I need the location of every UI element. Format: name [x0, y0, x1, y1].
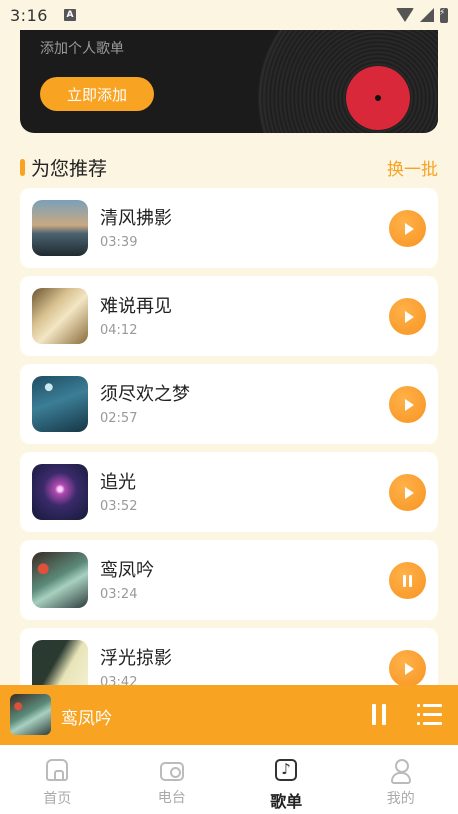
wifi-icon [396, 8, 414, 22]
mini-player[interactable]: 鸾凤吟 [0, 685, 458, 745]
song-duration: 03:24 [100, 587, 138, 602]
album-cover [32, 552, 88, 608]
bottom-tab-bar: 首页 电台 歌单 我的 [0, 745, 458, 814]
song-item[interactable]: 鸾凤吟 03:24 [20, 540, 438, 620]
user-icon [390, 759, 411, 784]
song-title: 须尽欢之梦 [100, 384, 190, 405]
play-button[interactable] [389, 474, 426, 511]
tab-home[interactable]: 首页 [0, 745, 115, 814]
song-title: 清风拂影 [100, 208, 172, 229]
play-button[interactable] [389, 650, 426, 687]
pause-button[interactable] [389, 562, 426, 599]
play-button[interactable] [389, 210, 426, 247]
battery-icon [439, 7, 448, 23]
song-title: 难说再见 [100, 296, 172, 317]
tab-label: 我的 [386, 791, 415, 807]
banner-subtitle: 添加个人歌单 [40, 41, 124, 57]
song-duration: 03:39 [100, 235, 138, 250]
status-indicators [396, 7, 448, 23]
section-title: 为您推荐 [31, 157, 108, 180]
status-time: 3:16 [10, 5, 48, 25]
song-item[interactable]: 追光 03:52 [20, 452, 438, 532]
album-cover [32, 288, 88, 344]
tab-playlist[interactable]: 歌单 [229, 745, 344, 814]
play-button[interactable] [389, 298, 426, 335]
play-icon [404, 398, 414, 411]
play-icon [404, 486, 414, 499]
vinyl-record-icon [258, 30, 438, 133]
playlist-banner[interactable]: 添加个人歌单 立即添加 [20, 30, 438, 133]
music-note-icon [275, 759, 298, 781]
song-duration: 04:12 [100, 323, 138, 338]
song-title: 浮光掠影 [100, 648, 172, 669]
now-playing-cover [10, 694, 51, 735]
status-bar: 3:16 A [0, 0, 458, 30]
play-icon [404, 662, 414, 675]
play-icon [404, 222, 414, 235]
song-item[interactable]: 难说再见 04:12 [20, 276, 438, 356]
section-accent-bar [20, 158, 25, 176]
vinyl-label [346, 66, 410, 130]
song-title: 追光 [100, 472, 136, 493]
song-duration: 03:52 [100, 499, 138, 514]
recommend-header: 为您推荐 换一批 [20, 154, 438, 180]
tab-label: 歌单 [270, 792, 303, 811]
radio-icon [159, 762, 184, 781]
tab-radio[interactable]: 电台 [115, 745, 230, 814]
refresh-batch-button[interactable]: 换一批 [387, 155, 438, 180]
notification-a-icon: A [63, 9, 76, 21]
album-cover [32, 464, 88, 520]
song-title: 鸾凤吟 [100, 560, 154, 581]
home-icon [46, 759, 69, 781]
album-cover [32, 376, 88, 432]
pause-icon [403, 574, 412, 587]
tab-label: 首页 [43, 791, 72, 807]
song-duration: 02:57 [100, 411, 138, 426]
add-now-button[interactable]: 立即添加 [40, 77, 154, 111]
now-playing-title: 鸾凤吟 [61, 709, 112, 729]
album-cover [32, 200, 88, 256]
play-button[interactable] [389, 386, 426, 423]
signal-icon [420, 8, 434, 22]
tab-label: 电台 [157, 790, 186, 806]
mini-pause-button[interactable] [372, 704, 386, 725]
play-icon [404, 310, 414, 323]
playlist-icon[interactable] [417, 704, 442, 725]
song-item[interactable]: 清风拂影 03:39 [20, 188, 438, 268]
song-item[interactable]: 须尽欢之梦 02:57 [20, 364, 438, 444]
tab-mine[interactable]: 我的 [344, 745, 458, 814]
